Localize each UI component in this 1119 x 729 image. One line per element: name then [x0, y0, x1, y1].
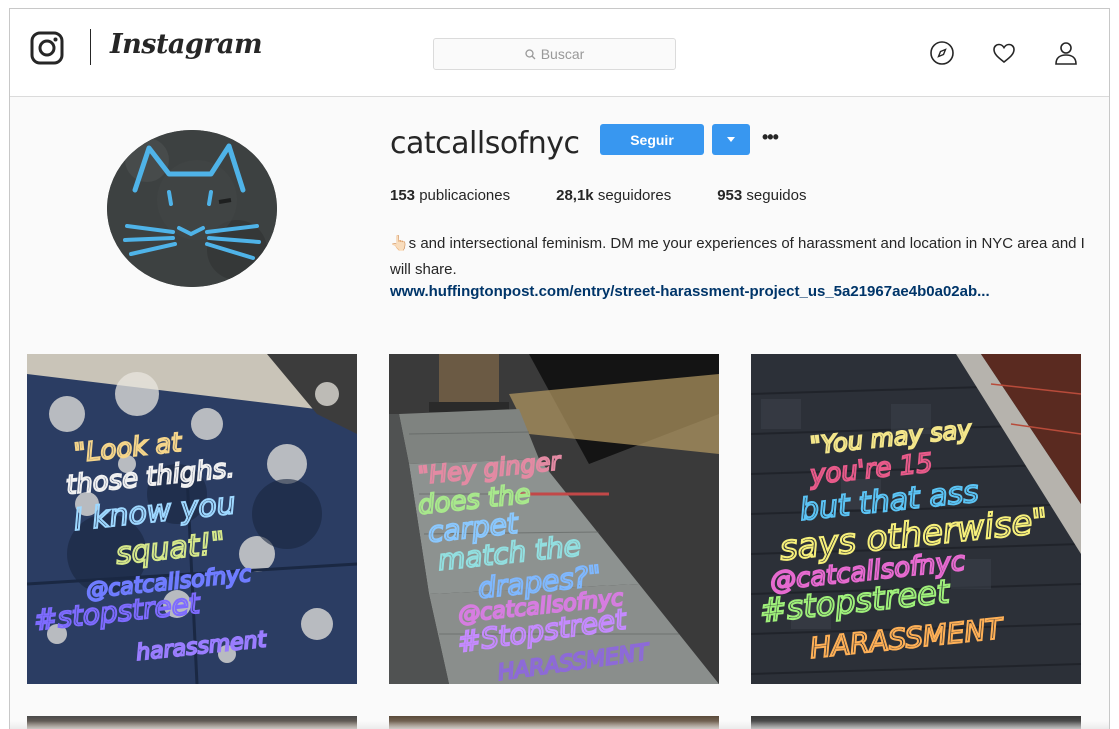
- followers-stat[interactable]: 28,1k seguidores: [556, 187, 671, 204]
- profile-bio: 👆🏻s and intersectional feminism. DM me y…: [390, 235, 1085, 278]
- search-placeholder: Buscar: [540, 46, 585, 62]
- top-navigation-bar: Instagram Buscar: [10, 9, 1109, 97]
- caret-down-icon: [727, 137, 735, 142]
- post-thumbnail[interactable]: "You may say you're 15 but that ass says…: [751, 354, 1081, 684]
- followers-label: seguidores: [597, 187, 672, 204]
- compass-icon[interactable]: [929, 40, 955, 66]
- following-count: 953: [717, 187, 743, 204]
- user-icon[interactable]: [1053, 40, 1079, 66]
- search-icon: [525, 48, 536, 59]
- profile-stats: 153 publicaciones 28,1k seguidores 953 s…: [390, 187, 852, 204]
- chalk-sidewalk-photo: "You may say you're 15 but that ass says…: [751, 354, 1081, 684]
- chalk-sidewalk-photo: "Hey ginger does the carpet match the dr…: [389, 354, 719, 684]
- instagram-camera-icon[interactable]: [30, 31, 64, 65]
- followers-count: 28,1k: [556, 187, 594, 204]
- following-stat[interactable]: 953 seguidos: [717, 187, 806, 204]
- brand-divider: [90, 29, 91, 65]
- post-thumbnail[interactable]: "Look at those thighs. I know you squat!…: [27, 354, 357, 684]
- posts-stat: 153 publicaciones: [390, 187, 510, 204]
- posts-label: publicaciones: [419, 187, 511, 204]
- suggested-accounts-button[interactable]: [712, 124, 750, 155]
- posts-count: 153: [390, 187, 416, 204]
- profile-website-link[interactable]: www.huffingtonpost.com/entry/street-hara…: [390, 283, 990, 300]
- follow-button[interactable]: Seguir: [600, 124, 704, 155]
- instagram-wordmark[interactable]: Instagram: [110, 29, 263, 60]
- heart-icon[interactable]: [991, 40, 1017, 66]
- profile-username: catcallsofnyc: [390, 126, 580, 161]
- following-label: seguidos: [746, 187, 807, 204]
- scroll-edge-shadow: [10, 721, 1109, 729]
- instagram-window: Instagram Buscar catcallsofnyc Seguir ••…: [9, 8, 1110, 729]
- search-input[interactable]: Buscar: [433, 38, 676, 70]
- more-options-icon[interactable]: •••: [762, 127, 779, 148]
- post-thumbnail[interactable]: "Hey ginger does the carpet match the dr…: [389, 354, 719, 684]
- cat-drawing-avatar-image: [107, 130, 277, 287]
- chalk-sidewalk-photo: "Look at those thighs. I know you squat!…: [27, 354, 357, 684]
- profile-avatar[interactable]: [107, 130, 277, 287]
